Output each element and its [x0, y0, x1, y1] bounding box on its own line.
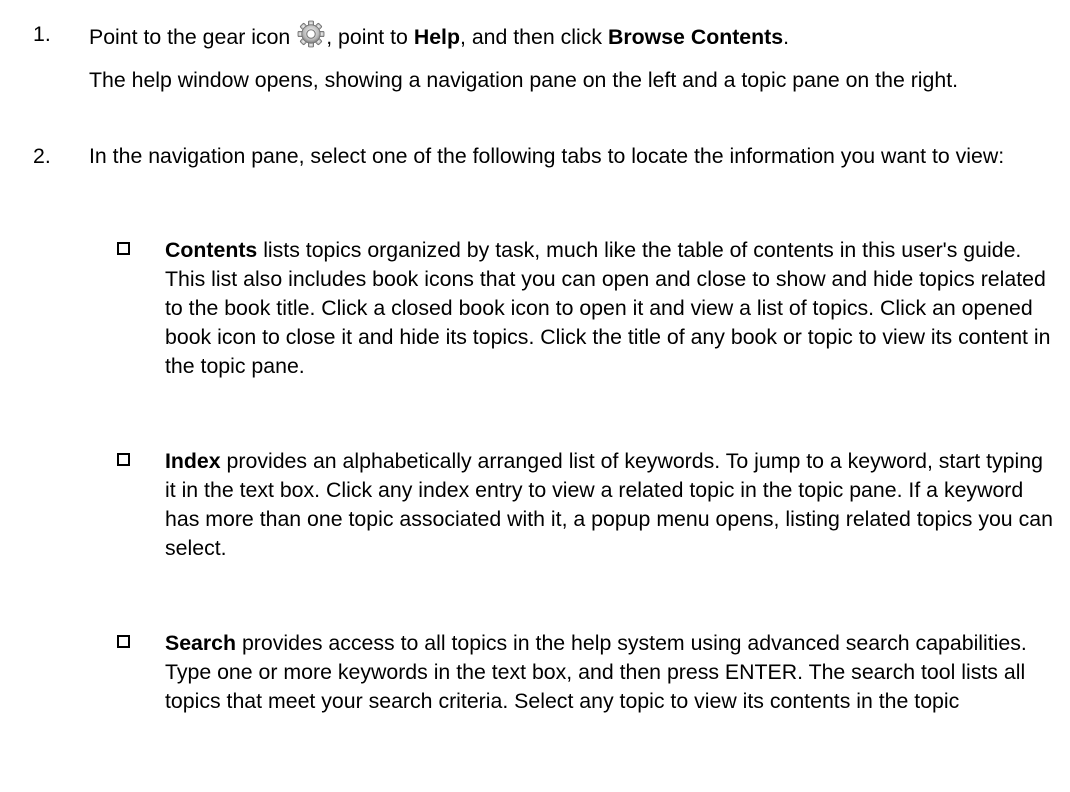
- gear-icon: [297, 20, 325, 48]
- step-number: 2.: [33, 144, 51, 168]
- bullet-text: Index provides an alphabetically arrange…: [165, 449, 1053, 560]
- step-number: 1.: [33, 22, 51, 46]
- tab-index-term: Index: [165, 449, 221, 473]
- checkbox-bullet-icon: [117, 635, 130, 648]
- step-2-instruction: In the navigation pane, select one of th…: [89, 144, 1005, 168]
- browse-contents-label: Browse Contents: [607, 25, 784, 49]
- step-1-result: The help window opens, showing a navigat…: [89, 68, 959, 92]
- step-1-instruction: Point to the gear icon , point to Help, …: [89, 20, 1049, 52]
- help-menu-label: Help: [413, 25, 460, 49]
- tab-contents-term: Contents: [165, 238, 258, 262]
- checkbox-bullet-icon: [117, 453, 130, 466]
- bullet-text: Search provides access to all topics in …: [165, 631, 1027, 713]
- checkbox-bullet-icon: [117, 242, 130, 255]
- tab-search-term: Search: [165, 631, 237, 655]
- bullet-text: Contents lists topics organized by task,…: [165, 238, 1051, 378]
